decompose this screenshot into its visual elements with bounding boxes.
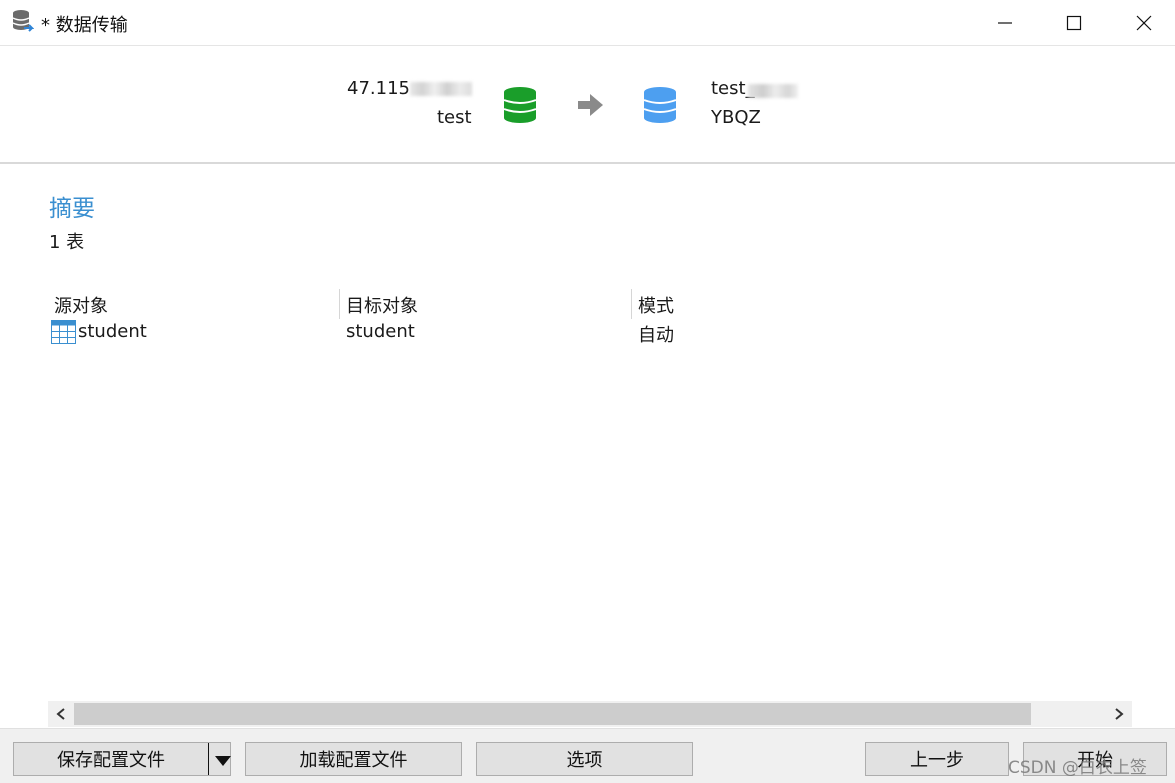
cell-mode: 自动 — [638, 325, 674, 346]
redacted-target-host — [748, 84, 798, 98]
maximize-icon — [1066, 15, 1082, 31]
source-database: test — [437, 107, 472, 128]
column-header-target[interactable]: 目标对象 — [346, 292, 418, 318]
save-profile-label: 保存配置文件 — [57, 750, 165, 771]
dropdown-arrow-icon[interactable] — [215, 756, 231, 766]
target-database: YBQZ — [711, 107, 761, 128]
summary-title: 摘要 — [49, 196, 95, 222]
column-header-source[interactable]: 源对象 — [54, 292, 108, 318]
split-divider — [208, 743, 209, 775]
column-divider[interactable] — [631, 289, 632, 319]
options-button[interactable]: 选项 — [476, 742, 693, 776]
window-title: * 数据传输 — [41, 15, 128, 36]
redacted-source-host — [410, 82, 472, 96]
scrollbar-thumb[interactable] — [74, 703, 1031, 725]
database-transfer-icon — [12, 10, 34, 32]
maximize-button[interactable] — [1044, 0, 1104, 46]
close-button[interactable] — [1114, 0, 1174, 46]
watermark: CSDN @白衣上签 — [1008, 758, 1147, 778]
summary-count: 1 表 — [49, 232, 85, 253]
target-database-icon — [643, 87, 677, 123]
source-host: 47.115 — [347, 78, 410, 99]
transfer-arrow-icon — [578, 94, 603, 116]
column-header-mode[interactable]: 模式 — [638, 292, 674, 318]
cell-source-object: student — [78, 321, 147, 342]
footer-bar: 保存配置文件 加载配置文件 选项 上一步 开始 CSDN @白衣上签 — [0, 728, 1175, 783]
minimize-button[interactable] — [975, 0, 1035, 46]
chevron-left-icon — [56, 708, 65, 720]
column-divider[interactable] — [339, 289, 340, 319]
scroll-left-button[interactable] — [48, 701, 74, 727]
table-icon — [51, 320, 76, 344]
title-bar: * 数据传输 — [0, 0, 1175, 46]
source-database-icon — [503, 87, 537, 123]
horizontal-scrollbar[interactable] — [48, 701, 1132, 727]
save-profile-button[interactable]: 保存配置文件 — [13, 742, 231, 776]
scroll-right-button[interactable] — [1106, 701, 1132, 727]
previous-step-button[interactable]: 上一步 — [865, 742, 1009, 776]
minimize-icon — [998, 22, 1012, 24]
load-profile-button[interactable]: 加载配置文件 — [245, 742, 462, 776]
close-icon — [1136, 15, 1152, 31]
transfer-header: 47.115 test test_ YBQZ — [0, 46, 1175, 164]
cell-target-object: student — [346, 321, 415, 342]
chevron-right-icon — [1115, 708, 1124, 720]
